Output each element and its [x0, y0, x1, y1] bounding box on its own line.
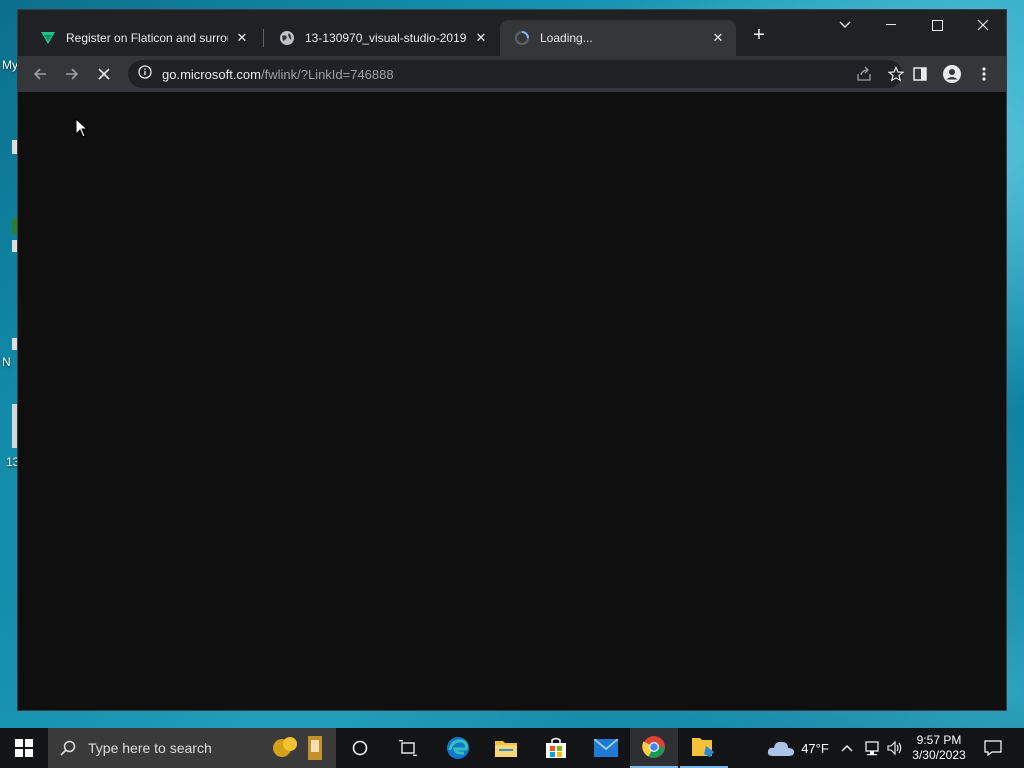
stop-loading-button[interactable] [90, 60, 118, 88]
cortana-button[interactable] [336, 728, 384, 768]
side-panel-icon[interactable] [906, 60, 934, 88]
site-info-icon[interactable] [138, 64, 152, 84]
url-host: go.microsoft.com [162, 66, 261, 82]
close-tab-icon[interactable]: ✕ [234, 30, 250, 46]
mouse-cursor-icon [75, 117, 89, 143]
close-tab-icon[interactable]: ✕ [710, 30, 726, 46]
tab-visual-studio-image[interactable]: 13-130970_visual-studio-2019-ic ✕ [265, 20, 499, 56]
menu-kebab-icon[interactable] [970, 60, 998, 88]
forward-button[interactable] [58, 60, 86, 88]
search-icon [60, 740, 76, 756]
tab-strip: Register on Flaticon and surroun ✕ 13-13… [18, 10, 1006, 56]
notification-center-icon[interactable] [976, 728, 1010, 768]
tab-separator [263, 29, 264, 47]
desktop-icon-label[interactable]: My [2, 58, 18, 72]
desktop-icon-label[interactable]: N [2, 355, 11, 369]
search-highlight-icon[interactable] [268, 734, 328, 765]
tab-flaticon[interactable]: Register on Flaticon and surroun ✕ [26, 20, 260, 56]
tab-title: Register on Flaticon and surroun [66, 31, 228, 45]
start-button[interactable] [0, 728, 48, 768]
clock[interactable]: 9:57 PM 3/30/2023 [906, 728, 972, 768]
file-explorer-window-icon[interactable] [680, 728, 728, 768]
close-tab-icon[interactable]: ✕ [473, 30, 489, 46]
clock-time: 9:57 PM [916, 733, 962, 747]
page-content[interactable] [18, 92, 1006, 710]
microsoft-store-icon[interactable] [532, 728, 580, 768]
weather-widget[interactable]: 47°F [758, 728, 838, 768]
flaticon-icon [40, 30, 56, 46]
globe-icon [279, 30, 295, 46]
tab-title: 13-130970_visual-studio-2019-ic [305, 31, 467, 45]
close-window-button[interactable] [960, 10, 1006, 40]
new-tab-button[interactable]: + [748, 24, 770, 46]
tab-search-icon[interactable] [822, 10, 868, 40]
address-bar[interactable]: go.microsoft.com/fwlink/?LinkId=746888 [128, 60, 905, 88]
url-text[interactable]: go.microsoft.com/fwlink/?LinkId=746888 [162, 67, 394, 82]
tab-loading[interactable]: Loading... ✕ [500, 20, 736, 56]
mail-icon[interactable] [582, 728, 630, 768]
cloud-icon [768, 741, 795, 756]
profile-icon[interactable] [938, 60, 966, 88]
windows-logo-icon [15, 739, 33, 757]
back-button[interactable] [26, 60, 54, 88]
bookmark-star-icon[interactable] [887, 66, 905, 87]
minimize-button[interactable] [868, 10, 914, 40]
browser-window: Register on Flaticon and surroun ✕ 13-13… [18, 10, 1006, 710]
search-placeholder: Type here to search [88, 740, 212, 756]
url-path: /fwlink/?LinkId=746888 [260, 66, 394, 82]
clock-date: 3/30/2023 [912, 748, 966, 762]
edge-icon[interactable] [434, 728, 482, 768]
maximize-button[interactable] [914, 10, 960, 40]
share-icon[interactable] [856, 66, 872, 87]
weather-temperature: 47°F [801, 740, 829, 756]
show-hidden-icons-chevron-icon[interactable] [838, 728, 856, 768]
volume-icon[interactable] [884, 728, 906, 768]
browser-toolbar: go.microsoft.com/fwlink/?LinkId=746888 [18, 56, 1006, 92]
taskbar: Type here to search 47°F 9:57 PM 3/30/20… [0, 728, 1024, 768]
chrome-icon[interactable] [630, 728, 678, 768]
tab-title: Loading... [540, 31, 593, 45]
network-icon[interactable] [860, 728, 884, 768]
file-explorer-icon[interactable] [482, 728, 530, 768]
loading-spinner-icon [514, 30, 530, 46]
taskbar-search-box[interactable]: Type here to search [48, 728, 336, 768]
task-view-button[interactable] [384, 728, 432, 768]
